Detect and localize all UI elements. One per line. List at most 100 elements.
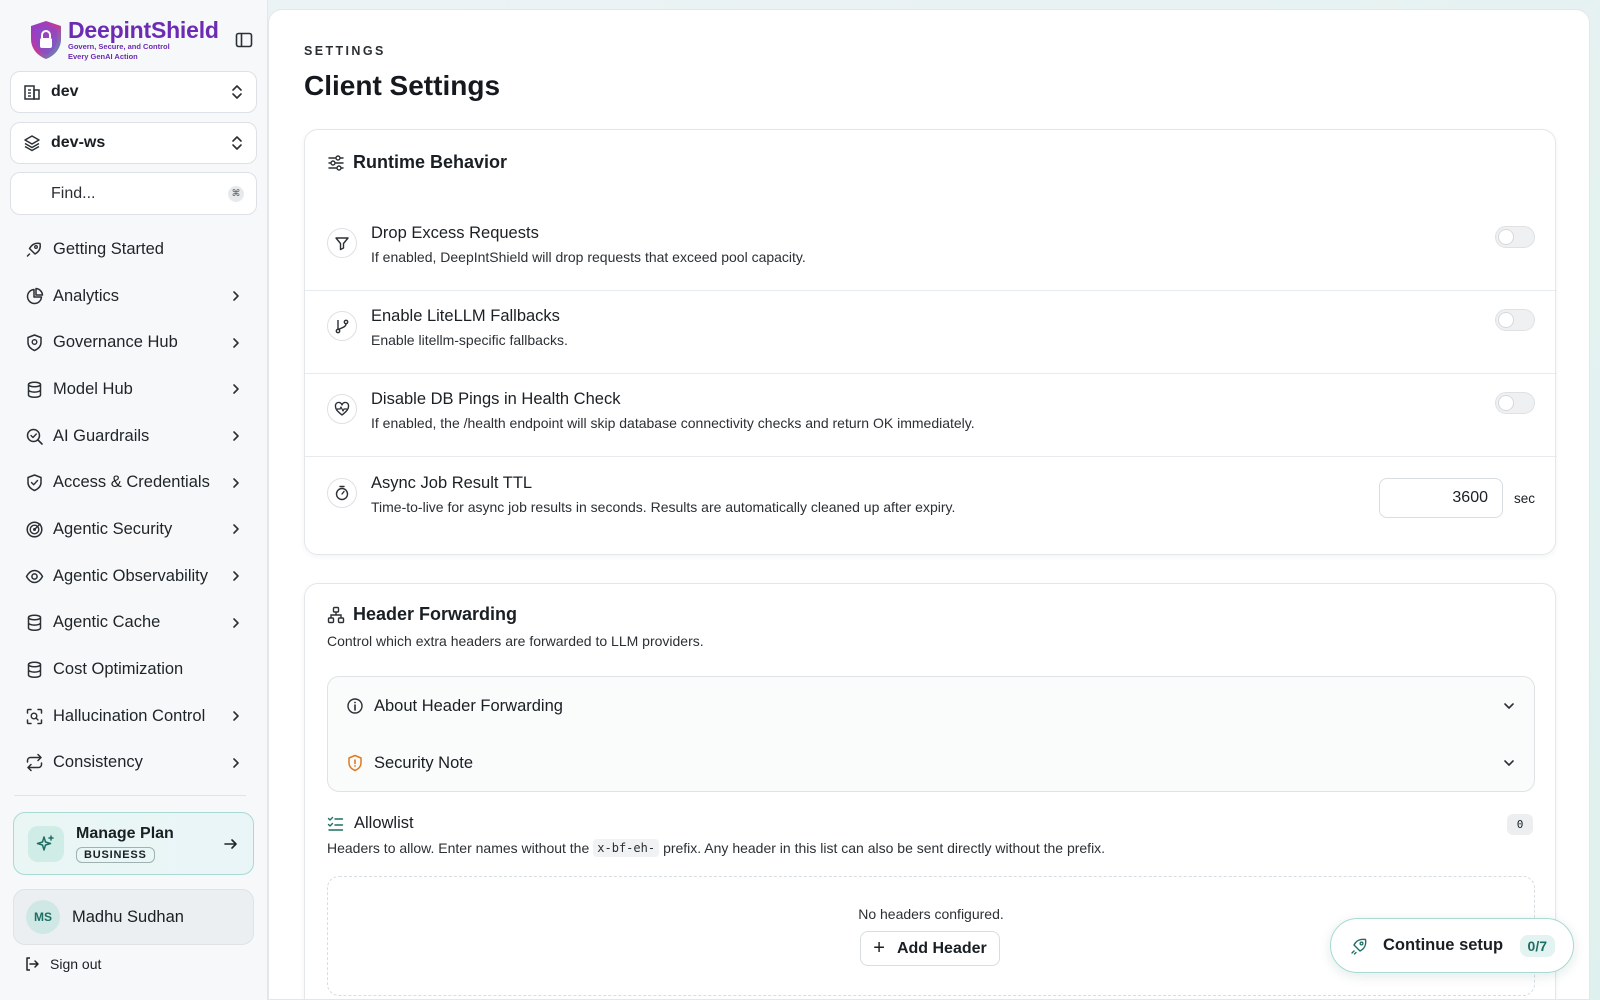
sidebar: DeepintShield Govern, Secure, and Contro… xyxy=(0,0,268,1000)
header-forwarding-accordion: About Header Forwarding Security Note xyxy=(327,676,1535,792)
sidebar-item-label: Agentic Observability xyxy=(53,566,208,585)
shield-alert-icon xyxy=(348,754,362,772)
sidebar-item-hallucination-control[interactable]: Hallucination Control xyxy=(10,693,257,740)
header-forwarding-header: Header Forwarding xyxy=(327,604,517,625)
setting-row-async-ttl: Async Job Result TTL Time-to-live for as… xyxy=(305,458,1557,541)
org-select-value: dev xyxy=(51,83,79,100)
page-title: Client Settings xyxy=(304,70,501,101)
git-branch-icon xyxy=(327,311,357,341)
async-ttl-input[interactable]: 3600 xyxy=(1379,478,1503,518)
brand-tagline-2: Every GenAI Action xyxy=(68,52,138,61)
sidebar-item-getting-started[interactable]: Getting Started xyxy=(10,226,257,273)
sidebar-item-consistency[interactable]: Consistency xyxy=(10,740,257,787)
setting-description: If enabled, the /health endpoint will sk… xyxy=(371,415,975,431)
arrow-right-icon xyxy=(224,838,237,849)
chevron-right-icon xyxy=(233,571,239,581)
sidebar-item-label: AI Guardrails xyxy=(53,426,150,445)
search-check-icon xyxy=(24,426,44,446)
brand-logo[interactable]: DeepintShield Govern, Secure, and Contro… xyxy=(28,16,228,64)
database-icon xyxy=(24,660,44,680)
chevron-right-icon xyxy=(233,711,239,722)
continue-setup-button[interactable]: Continue setup 0/7 xyxy=(1330,918,1574,973)
sliders-icon xyxy=(328,154,344,171)
org-select[interactable]: dev xyxy=(10,71,257,113)
chevron-right-icon xyxy=(233,477,239,488)
shortcut-badge: ⌘ xyxy=(228,185,244,202)
chevron-down-icon xyxy=(1504,703,1514,709)
pie-chart-icon xyxy=(24,286,44,306)
sidebar-item-agentic-observability[interactable]: Agentic Observability xyxy=(10,553,257,600)
setting-description: If enabled, DeepIntShield will drop requ… xyxy=(371,249,806,265)
setting-description: Time-to-live for async job results in se… xyxy=(371,499,956,515)
sidebar-item-agentic-security[interactable]: Agentic Security xyxy=(10,506,257,553)
sidebar-item-model-hub[interactable]: Model Hub xyxy=(10,366,257,413)
setting-title: Drop Excess Requests xyxy=(371,224,539,242)
accordion-about-header-forwarding[interactable]: About Header Forwarding xyxy=(328,678,1534,734)
plan-badge: BUSINESS xyxy=(76,846,155,863)
add-header-label: Add Header xyxy=(896,939,987,957)
find-input[interactable]: Find... ⌘ xyxy=(10,172,257,215)
chevron-right-icon xyxy=(233,758,239,768)
sidebar-toggle-icon[interactable] xyxy=(234,30,254,50)
allowlist-desc-after: prefix. Any header in this list can also… xyxy=(663,840,1106,856)
sidebar-item-ai-guardrails[interactable]: AI Guardrails xyxy=(10,413,257,460)
sidebar-item-label: Getting Started xyxy=(53,239,164,258)
workspace-select-value: dev-ws xyxy=(51,134,106,151)
allowlist-desc-before: Headers to allow. Enter names without th… xyxy=(327,840,590,856)
sidebar-item-label: Analytics xyxy=(53,286,120,305)
building-icon xyxy=(24,85,40,100)
setting-row-db-pings: Disable DB Pings in Health Check If enab… xyxy=(305,374,1557,457)
sidebar-item-cost-optimization[interactable]: Cost Optimization xyxy=(10,646,257,693)
allowlist-count-badge: 0 xyxy=(1507,814,1533,835)
eye-icon xyxy=(24,566,44,586)
db-pings-toggle[interactable] xyxy=(1495,392,1535,414)
chevron-down-icon xyxy=(1504,760,1514,766)
continue-setup-label: Continue setup xyxy=(1383,936,1504,954)
breadcrumb: SETTINGS xyxy=(304,44,386,58)
sidebar-item-label: Hallucination Control xyxy=(53,706,206,725)
rocket-icon xyxy=(24,239,44,259)
list-checks-icon xyxy=(327,816,344,831)
header-prefix-code: x-bf-eh- xyxy=(593,839,660,857)
accordion-security-note[interactable]: Security Note xyxy=(328,735,1534,791)
sidebar-item-access-credentials[interactable]: Access & Credentials xyxy=(10,459,257,506)
accordion-title: About Header Forwarding xyxy=(374,696,563,715)
shield-badge-icon xyxy=(24,333,44,353)
brand-name: DeepintShield xyxy=(68,17,219,43)
sidebar-item-label: Access & Credentials xyxy=(53,473,210,492)
runtime-behavior-header: Runtime Behavior xyxy=(327,152,507,173)
database-icon xyxy=(24,379,44,399)
timer-icon xyxy=(327,478,357,508)
drop-excess-toggle[interactable] xyxy=(1495,226,1535,248)
chevrons-up-down-icon xyxy=(232,136,242,150)
litellm-fallbacks-toggle[interactable] xyxy=(1495,309,1535,331)
workspace-select[interactable]: dev-ws xyxy=(10,122,257,164)
chevron-right-icon xyxy=(233,291,239,301)
allowlist-title: Allowlist xyxy=(354,814,414,832)
setting-row-litellm-fallbacks: Enable LiteLLM Fallbacks Enable litellm-… xyxy=(305,291,1557,374)
sidebar-item-label: Model Hub xyxy=(53,379,133,398)
setting-description: Enable litellm-specific fallbacks. xyxy=(371,332,568,348)
log-out-icon xyxy=(26,957,39,971)
chevrons-up-down-icon xyxy=(232,85,242,99)
chevron-right-icon xyxy=(233,384,239,395)
sidebar-item-analytics[interactable]: Analytics xyxy=(10,273,257,320)
chevron-right-icon xyxy=(233,618,239,628)
add-header-button[interactable]: + Add Header xyxy=(860,931,1000,966)
user-card[interactable]: MS Madhu Sudhan xyxy=(13,889,254,945)
sidebar-item-label: Cost Optimization xyxy=(53,660,184,679)
setup-progress-badge: 0/7 xyxy=(1519,934,1555,957)
shield-check-icon xyxy=(24,473,44,493)
sidebar-item-governance-hub[interactable]: Governance Hub xyxy=(10,319,257,366)
sidebar-item-label: Agentic Security xyxy=(53,519,173,538)
sidebar-item-label: Governance Hub xyxy=(53,333,178,352)
scan-icon xyxy=(24,706,44,726)
sidebar-item-agentic-cache[interactable]: Agentic Cache xyxy=(10,600,257,647)
manage-plan-card[interactable]: Manage Plan BUSINESS xyxy=(13,812,254,875)
allowlist-description: Headers to allow. Enter names without th… xyxy=(327,839,1105,857)
info-icon xyxy=(347,698,363,714)
chevron-right-icon xyxy=(233,524,239,535)
repeat-icon xyxy=(24,753,44,773)
main-panel: SETTINGS Client Settings Runtime Behavio… xyxy=(268,9,1590,1000)
sign-out-link[interactable]: Sign out xyxy=(24,956,101,972)
